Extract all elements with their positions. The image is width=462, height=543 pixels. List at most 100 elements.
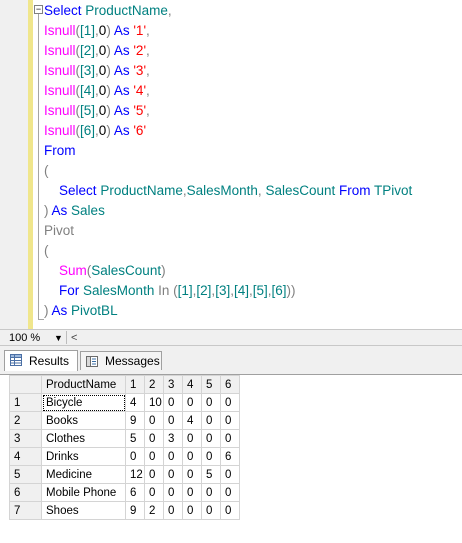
code-line[interactable]: ( [44,161,412,181]
grid-cell[interactable]: 0 [144,411,164,430]
column-header[interactable]: 2 [144,375,164,394]
grid-cell[interactable]: 6 [125,483,145,502]
grid-cell[interactable]: 0 [144,429,164,448]
column-header[interactable]: 1 [125,375,145,394]
row-number[interactable]: 3 [9,429,42,448]
code-token: [5] [80,103,96,118]
code-token: '5' [133,103,147,118]
grid-cell[interactable]: 0 [201,393,221,412]
row-number[interactable]: 5 [9,465,42,484]
column-header[interactable]: 6 [220,375,240,394]
row-number[interactable]: 1 [9,393,42,412]
row-number[interactable]: 7 [9,501,42,520]
grid-cell[interactable]: 5 [125,429,145,448]
code-token: Isnull [44,83,76,98]
grid-cell[interactable]: 0 [182,393,202,412]
code-line[interactable]: Isnull([3],0) As '3', [44,61,412,81]
grid-cell[interactable]: 0 [201,501,221,520]
tab-results[interactable]: Results [4,350,78,371]
code-line[interactable]: From [44,141,412,161]
grid-cell[interactable]: 0 [220,429,240,448]
code-line[interactable]: Sum(SalesCount) [44,261,412,281]
grid-cell[interactable]: 0 [163,411,183,430]
grid-cell[interactable]: 0 [163,465,183,484]
table-row[interactable]: 6 Mobile Phone 6 0 0 0 0 0 [9,483,240,502]
table-row[interactable]: 5 Medicine 12 0 0 0 5 0 [9,465,240,484]
grid-cell[interactable]: Mobile Phone [41,483,126,502]
grid-cell[interactable]: 0 [220,483,240,502]
code-lines[interactable]: Select ProductName, Isnull([1],0) As '1',… [44,1,412,321]
chevron-left-icon[interactable]: < [71,331,77,345]
code-line[interactable]: Isnull([2],0) As '2', [44,41,412,61]
row-number[interactable]: 4 [9,447,42,466]
grid-cell[interactable]: 0 [163,447,183,466]
grid-cell[interactable]: 4 [125,393,145,412]
tab-messages[interactable]: Messages [80,351,162,370]
code-line[interactable]: Isnull([4],0) As '4', [44,81,412,101]
grid-cell[interactable]: 9 [125,411,145,430]
code-line[interactable]: Select ProductName, [44,1,412,21]
grid-corner[interactable] [9,375,42,394]
column-header[interactable]: 5 [201,375,221,394]
table-row[interactable]: 4 Drinks 0 0 0 0 0 6 [9,447,240,466]
table-row[interactable]: 2 Books 9 0 0 4 0 0 [9,411,240,430]
code-line[interactable]: Pivot [44,221,412,241]
code-line[interactable]: Isnull([1],0) As '1', [44,21,412,41]
grid-cell[interactable]: 2 [144,501,164,520]
grid-cell[interactable]: 0 [182,483,202,502]
grid-cell[interactable]: 0 [201,483,221,502]
code-line[interactable]: Isnull([6],0) As '6' [44,121,412,141]
table-row[interactable]: 3 Clothes 5 0 3 0 0 0 [9,429,240,448]
code-line[interactable]: For SalesMonth In ([1],[2],[3],[4],[5],[… [44,281,412,301]
grid-cell[interactable]: Drinks [41,447,126,466]
code-line[interactable]: ) As PivotBL [44,301,412,321]
grid-cell[interactable]: 9 [125,501,145,520]
grid-cell[interactable]: 5 [201,465,221,484]
grid-cell[interactable]: 0 [201,447,221,466]
grid-cell[interactable]: 6 [220,447,240,466]
table-row[interactable]: 1 Bicycle 4 10 0 0 0 0 [9,393,240,412]
grid-cell[interactable]: 0 [220,393,240,412]
column-header[interactable]: 3 [163,375,183,394]
grid-cell[interactable]: 0 [220,501,240,520]
grid-cell[interactable]: 12 [125,465,145,484]
grid-cell[interactable]: 10 [144,393,164,412]
grid-cell[interactable]: Books [41,411,126,430]
row-number[interactable]: 2 [9,411,42,430]
grid-cell[interactable]: 0 [163,393,183,412]
grid-cell[interactable]: 0 [144,465,164,484]
grid-cell[interactable]: 4 [182,411,202,430]
column-header[interactable]: ProductName [41,375,126,394]
grid-cell[interactable]: 0 [182,429,202,448]
grid-cell[interactable]: 0 [201,429,221,448]
collapse-region-icon[interactable]: − [34,5,43,14]
grid-cell[interactable]: 0 [144,483,164,502]
grid-cell[interactable]: Clothes [41,429,126,448]
code-line[interactable]: ( [44,241,412,261]
chevron-down-icon[interactable]: ▼ [54,331,63,345]
grid-cell[interactable]: 0 [144,447,164,466]
query-editor[interactable]: − Select ProductName, Isnull([1],0) As '1… [0,0,462,329]
grid-cell[interactable]: Shoes [41,501,126,520]
table-row[interactable]: 7 Shoes 9 2 0 0 0 0 [9,501,240,520]
grid-cell[interactable]: 0 [220,411,240,430]
code-line[interactable]: Isnull([5],0) As '5', [44,101,412,121]
code-line[interactable]: ) As Sales [44,201,412,221]
results-grid[interactable]: ProductName 1 2 3 4 5 6 1 Bicycle 4 10 0 0 0 0 2… [9,375,240,520]
code-line[interactable]: Select ProductName,SalesMonth, SalesCoun… [44,181,412,201]
grid-cell[interactable]: 0 [182,447,202,466]
grid-cell[interactable]: 0 [182,465,202,484]
grid-cell[interactable]: 0 [182,501,202,520]
code-token: As [113,43,130,58]
grid-cell[interactable]: 0 [201,411,221,430]
grid-cell[interactable]: 0 [163,501,183,520]
grid-cell[interactable]: Medicine [41,465,126,484]
row-number[interactable]: 6 [9,483,42,502]
grid-cell[interactable]: Bicycle [41,393,126,412]
column-header[interactable]: 4 [182,375,202,394]
zoom-level[interactable]: 100 % [9,331,40,345]
grid-cell[interactable]: 0 [125,447,145,466]
grid-cell[interactable]: 3 [163,429,183,448]
grid-cell[interactable]: 0 [163,483,183,502]
grid-cell[interactable]: 0 [220,465,240,484]
